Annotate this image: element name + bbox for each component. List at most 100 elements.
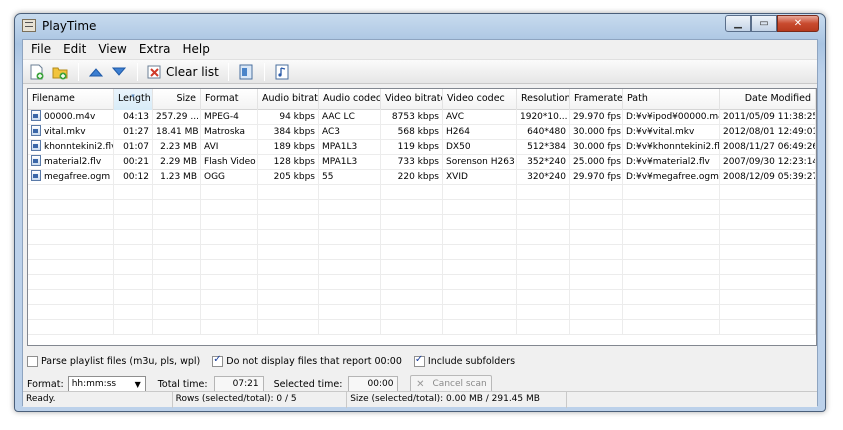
empty-row	[28, 200, 816, 215]
status-state: Ready.	[23, 392, 173, 408]
cell-path: D:¥v¥ipod¥00000.m4v	[623, 110, 720, 125]
clear-list-icon	[147, 65, 161, 78]
empty-cell	[623, 320, 720, 335]
empty-cell	[443, 185, 517, 200]
column-date-modified[interactable]: Date Modified	[720, 89, 816, 110]
empty-cell	[517, 230, 570, 245]
empty-cell	[201, 185, 258, 200]
add-file-icon	[30, 64, 44, 79]
video-file-icon	[31, 125, 41, 136]
cell-framerate: 29.970 fps	[570, 110, 623, 125]
include-subfolders-option[interactable]: Include subfolders	[413, 354, 515, 367]
column-framerate[interactable]: Framerate	[570, 89, 623, 110]
column-path[interactable]: Path	[623, 89, 720, 110]
clear-list-button[interactable]: Clear list	[144, 62, 222, 82]
minimize-button[interactable]: ▁	[725, 15, 751, 32]
toolbar-separator	[137, 62, 138, 81]
parse-playlist-checkbox[interactable]	[27, 355, 38, 367]
playlist-button[interactable]	[271, 62, 293, 82]
menu-edit[interactable]: Edit	[57, 40, 92, 59]
cell-resolution: 640*480	[517, 125, 570, 140]
cell-video-bitrate: 8753 kbps	[381, 110, 443, 125]
column-length[interactable]: ▾ Length	[114, 89, 153, 110]
minimize-icon: ▁	[734, 18, 742, 29]
empty-cell	[258, 305, 319, 320]
parse-playlist-option[interactable]: Parse playlist files (m3u, pls, wpl)	[27, 355, 201, 367]
status-rows: Rows (selected/total): 0 / 5	[173, 392, 348, 408]
move-down-button[interactable]	[108, 62, 130, 82]
menu-view[interactable]: View	[92, 40, 132, 59]
table-row[interactable]: material2.flv 00:21 2.29 MB Flash Video 128 …	[28, 155, 816, 170]
close-button[interactable]: ✕	[777, 15, 819, 32]
arrow-down-icon	[112, 67, 126, 76]
format-select-value: hh:mm:ss	[71, 378, 117, 389]
table-row[interactable]: khonntekini2.flv 01:07 2.23 MB AVI 189 kbps M…	[28, 140, 816, 155]
maximize-button[interactable]: ▭	[751, 15, 777, 32]
cell-audio-bitrate: 205 kbps	[258, 170, 319, 185]
empty-cell	[570, 215, 623, 230]
parse-playlist-label: Parse playlist files (m3u, pls, wpl)	[41, 355, 201, 367]
empty-cell	[201, 215, 258, 230]
file-list[interactable]: Filename ▾ Length Size Format Audio bitra…	[27, 88, 817, 346]
empty-cell	[720, 185, 816, 200]
cell-text: megafree.ogm	[44, 172, 111, 182]
cell-size: 18.41 MB	[153, 125, 201, 140]
empty-cell	[201, 275, 258, 290]
arrow-up-icon	[89, 67, 103, 76]
empty-cell	[443, 260, 517, 275]
table-row[interactable]: vital.mkv 01:27 18.41 MB Matroska 384 kbps AC…	[28, 125, 816, 140]
column-format[interactable]: Format	[201, 89, 258, 110]
add-folder-icon	[52, 67, 68, 79]
empty-cell	[443, 230, 517, 245]
format-select[interactable]: hh:mm:ss ▼	[67, 375, 146, 393]
cell-path: D:¥v¥megafree.ogm	[623, 170, 720, 185]
hide-zero-option[interactable]: Do not display files that report 00:00	[212, 354, 402, 367]
sort-arrow-icon: ▾	[131, 92, 135, 100]
status-bar: Ready. Rows (selected/total): 0 / 5 Size…	[23, 391, 817, 408]
column-audio-bitrate[interactable]: Audio bitrate	[258, 89, 319, 110]
column-video-bitrate[interactable]: Video bitrate	[381, 89, 443, 110]
export-button[interactable]	[235, 62, 257, 82]
table-row[interactable]: 00000.m4v 04:13 257.29 ... MPEG-4 94 kbps AAC…	[28, 110, 816, 125]
cell-length: 00:21	[114, 155, 153, 170]
menu-file[interactable]: File	[25, 40, 57, 59]
empty-cell	[319, 305, 381, 320]
empty-cell	[443, 215, 517, 230]
empty-cell	[258, 200, 319, 215]
column-audio-codec[interactable]: Audio codec	[319, 89, 381, 110]
add-files-button[interactable]	[26, 62, 48, 82]
column-resolution[interactable]: Resolution	[517, 89, 570, 110]
empty-cell	[201, 260, 258, 275]
cell-size: 2.23 MB	[153, 140, 201, 155]
cell-framerate: 30.000 fps	[570, 125, 623, 140]
empty-cell	[153, 200, 201, 215]
include-subfolders-checkbox[interactable]	[413, 354, 425, 367]
cancel-icon: ✕	[416, 378, 425, 390]
empty-cell	[319, 290, 381, 305]
empty-cell	[201, 245, 258, 260]
cell-length: 01:27	[114, 125, 153, 140]
empty-cell	[443, 275, 517, 290]
move-up-button[interactable]	[85, 62, 107, 82]
empty-row	[28, 230, 816, 245]
empty-cell	[720, 290, 816, 305]
table-row[interactable]: megafree.ogm 00:12 1.23 MB OGG 205 kbps 55 220…	[28, 170, 816, 185]
empty-row	[28, 320, 816, 335]
empty-cell	[623, 290, 720, 305]
empty-cell	[153, 320, 201, 335]
cell-resolution: 1920*10...	[517, 110, 570, 125]
column-size[interactable]: Size	[153, 89, 201, 110]
menu-extra[interactable]: Extra	[133, 40, 177, 59]
column-filename[interactable]: Filename	[28, 89, 114, 110]
column-video-codec[interactable]: Video codec	[443, 89, 517, 110]
empty-cell	[153, 230, 201, 245]
cell-audio-bitrate: 128 kbps	[258, 155, 319, 170]
empty-cell	[570, 185, 623, 200]
chevron-down-icon[interactable]: ▼	[131, 377, 145, 392]
empty-cell	[114, 320, 153, 335]
title-bar[interactable]: PlayTime ▁ ▭ ✕	[15, 14, 825, 38]
menu-help[interactable]: Help	[177, 40, 216, 59]
add-folder-button[interactable]	[49, 62, 71, 82]
empty-cell	[258, 275, 319, 290]
hide-zero-checkbox[interactable]	[212, 354, 224, 367]
